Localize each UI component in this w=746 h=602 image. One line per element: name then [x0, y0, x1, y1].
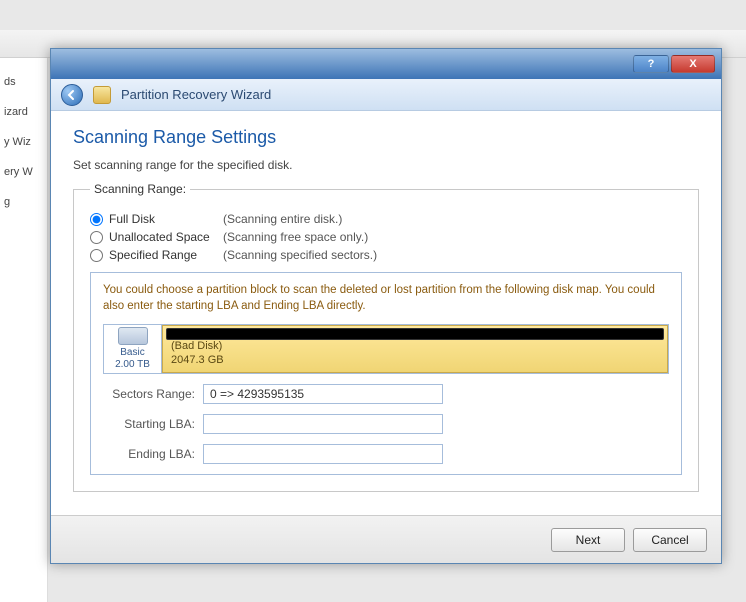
titlebar: ? X	[51, 49, 721, 79]
bg-side-item: y Wiz	[4, 136, 47, 148]
starting-lba-label: Starting LBA:	[103, 417, 195, 431]
disk-device-size: 2.00 TB	[115, 359, 150, 371]
bg-side-panel: ds izard y Wiz ery W g	[0, 58, 48, 602]
scanning-range-legend: Scanning Range:	[90, 182, 190, 196]
sectors-range-input[interactable]	[203, 384, 443, 404]
bg-side-item: izard	[4, 106, 47, 118]
next-button[interactable]: Next	[551, 528, 625, 552]
radio-specified[interactable]: Specified Range (Scanning specified sect…	[90, 248, 682, 262]
arrow-left-icon	[66, 89, 78, 101]
page-title: Scanning Range Settings	[73, 127, 699, 148]
starting-lba-row: Starting LBA:	[103, 414, 669, 434]
radio-full-disk-hint: (Scanning entire disk.)	[223, 212, 342, 226]
scanning-range-group: Scanning Range: Full Disk (Scanning enti…	[73, 182, 699, 492]
wizard-header: Partition Recovery Wizard	[51, 79, 721, 111]
sectors-range-label: Sectors Range:	[103, 387, 195, 401]
ending-lba-row: Ending LBA:	[103, 444, 669, 464]
disk-device-type: Basic	[120, 347, 144, 359]
radio-unallocated[interactable]: Unallocated Space (Scanning free space o…	[90, 230, 682, 244]
radio-specified-label: Specified Range	[109, 248, 217, 262]
partition-size: 2047.3 GB	[171, 354, 224, 368]
partition-name: (Bad Disk)	[171, 340, 224, 354]
radio-full-disk[interactable]: Full Disk (Scanning entire disk.)	[90, 212, 682, 226]
dialog-window: ? X Partition Recovery Wizard Scanning R…	[50, 48, 722, 564]
page-subtitle: Set scanning range for the specified dis…	[73, 158, 699, 172]
disk-device[interactable]: Basic 2.00 TB	[104, 325, 162, 373]
radio-specified-input[interactable]	[90, 249, 103, 262]
disk-map: Basic 2.00 TB (Bad Disk) 2047.3 GB	[103, 324, 669, 374]
instruction-text: You could choose a partition block to sc…	[103, 283, 669, 314]
radio-full-disk-input[interactable]	[90, 213, 103, 226]
radio-unallocated-hint: (Scanning free space only.)	[223, 230, 368, 244]
radio-unallocated-label: Unallocated Space	[109, 230, 217, 244]
cancel-button[interactable]: Cancel	[633, 528, 707, 552]
bg-side-item: ery W	[4, 166, 47, 178]
hard-disk-icon	[118, 327, 148, 345]
disk-partition[interactable]: (Bad Disk) 2047.3 GB	[162, 325, 668, 373]
radio-specified-hint: (Scanning specified sectors.)	[223, 248, 377, 262]
disk-selection-box: You could choose a partition block to sc…	[90, 272, 682, 475]
back-button[interactable]	[61, 84, 83, 106]
ending-lba-input[interactable]	[203, 444, 443, 464]
radio-full-disk-label: Full Disk	[109, 212, 217, 226]
sectors-range-row: Sectors Range:	[103, 384, 669, 404]
radio-unallocated-input[interactable]	[90, 231, 103, 244]
wizard-title: Partition Recovery Wizard	[121, 87, 271, 102]
help-button[interactable]: ?	[633, 55, 669, 73]
starting-lba-input[interactable]	[203, 414, 443, 434]
dialog-footer: Next Cancel	[51, 515, 721, 563]
wizard-icon	[93, 86, 111, 104]
bg-side-item: ds	[4, 76, 47, 88]
ending-lba-label: Ending LBA:	[103, 447, 195, 461]
close-button[interactable]: X	[671, 55, 715, 73]
bg-side-item: g	[4, 196, 47, 208]
content-area: Scanning Range Settings Set scanning ran…	[51, 111, 721, 515]
